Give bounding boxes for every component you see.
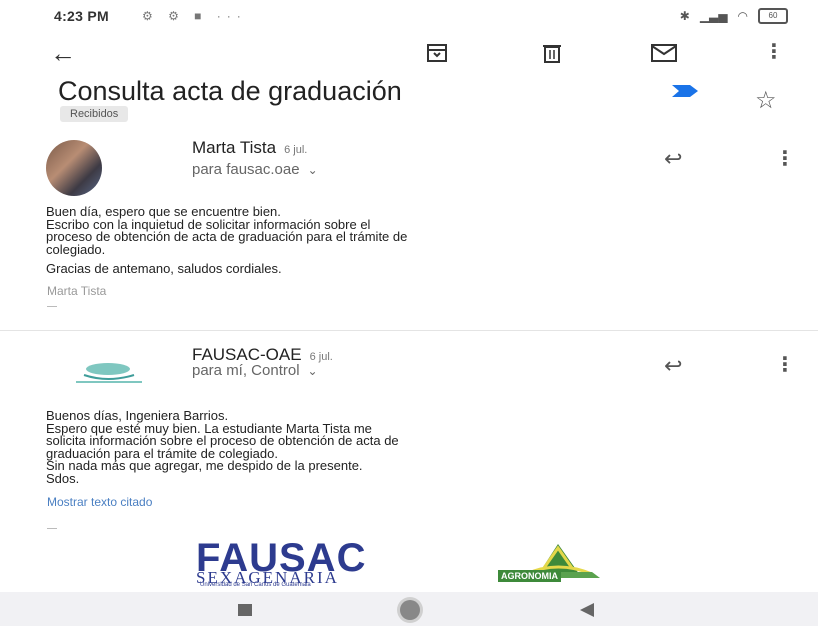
message-divider <box>0 330 818 331</box>
signal-icon: ▁▃▅ <box>699 9 728 23</box>
message-more-icon[interactable]: ⋮ <box>775 352 795 377</box>
message-body: Buenos días, Ingeniera Barrios. Espero q… <box>46 408 399 486</box>
bluetooth-icon: ✱ <box>679 9 690 23</box>
email-subject: Consulta acta de graduación <box>58 76 402 106</box>
message-closing: Gracias de antemano, saludos cordiales. <box>46 261 282 276</box>
archive-icon[interactable] <box>426 42 448 64</box>
wifi-icon: ◠ <box>737 9 748 23</box>
signature: Marta Tista <box>47 284 107 298</box>
status-right: ✱ ▁▃▅ ◠ 60 <box>680 8 788 24</box>
chevron-down-icon[interactable]: ⌄ <box>308 364 318 378</box>
fausac-logo: FAUSAC SEXAGENARIA Universidad de San Ca… <box>196 536 626 588</box>
battery-icon: 60 <box>758 8 788 24</box>
sender-name[interactable]: Marta Tista 6 jul. <box>192 138 307 158</box>
message-date: 6 jul. <box>284 144 308 156</box>
status-time: 4:23 PM <box>54 8 110 24</box>
chevron-down-icon[interactable]: ⌄ <box>308 163 318 177</box>
back-icon[interactable] <box>580 603 594 617</box>
more-options-icon[interactable]: ⋮ <box>764 39 784 64</box>
status-bar: 4:23 PM ⚙ ⚙ ■ ··· ✱ ▁▃▅ ◠ 60 <box>0 0 818 34</box>
home-icon[interactable] <box>400 600 420 620</box>
star-icon[interactable]: ☆ <box>755 86 777 115</box>
avatar[interactable] <box>46 140 102 196</box>
signature-separator <box>47 528 57 529</box>
signature-separator <box>47 306 57 307</box>
sender-logo[interactable] <box>70 353 150 389</box>
trash-icon[interactable] <box>541 42 563 64</box>
toolbar: ← ⋮ <box>0 34 818 74</box>
logo-small-text: Universidad de San Carlos de Guatemala <box>200 582 311 588</box>
importance-marker-icon[interactable] <box>670 84 700 98</box>
reply-icon[interactable]: ↩ <box>664 353 682 379</box>
recents-icon[interactable] <box>238 604 252 616</box>
recipient-line[interactable]: para fausac.oae ⌄ <box>192 161 318 178</box>
recipient-line[interactable]: para mí, Control ⌄ <box>192 362 318 379</box>
agronomia-label: AGRONOMIA <box>498 570 561 582</box>
notification-icons: ⚙ ⚙ ■ ··· <box>142 9 247 23</box>
mail-icon[interactable] <box>650 42 678 64</box>
show-quoted-text-link[interactable]: Mostrar texto citado <box>47 495 152 509</box>
reply-icon[interactable]: ↩ <box>664 146 682 172</box>
message-more-icon[interactable]: ⋮ <box>775 146 795 171</box>
message-body: Buen día, espero que se encuentre bien. … <box>46 204 408 257</box>
back-arrow-icon[interactable]: ← <box>50 40 76 66</box>
label-chip-inbox[interactable]: Recibidos <box>60 106 129 122</box>
